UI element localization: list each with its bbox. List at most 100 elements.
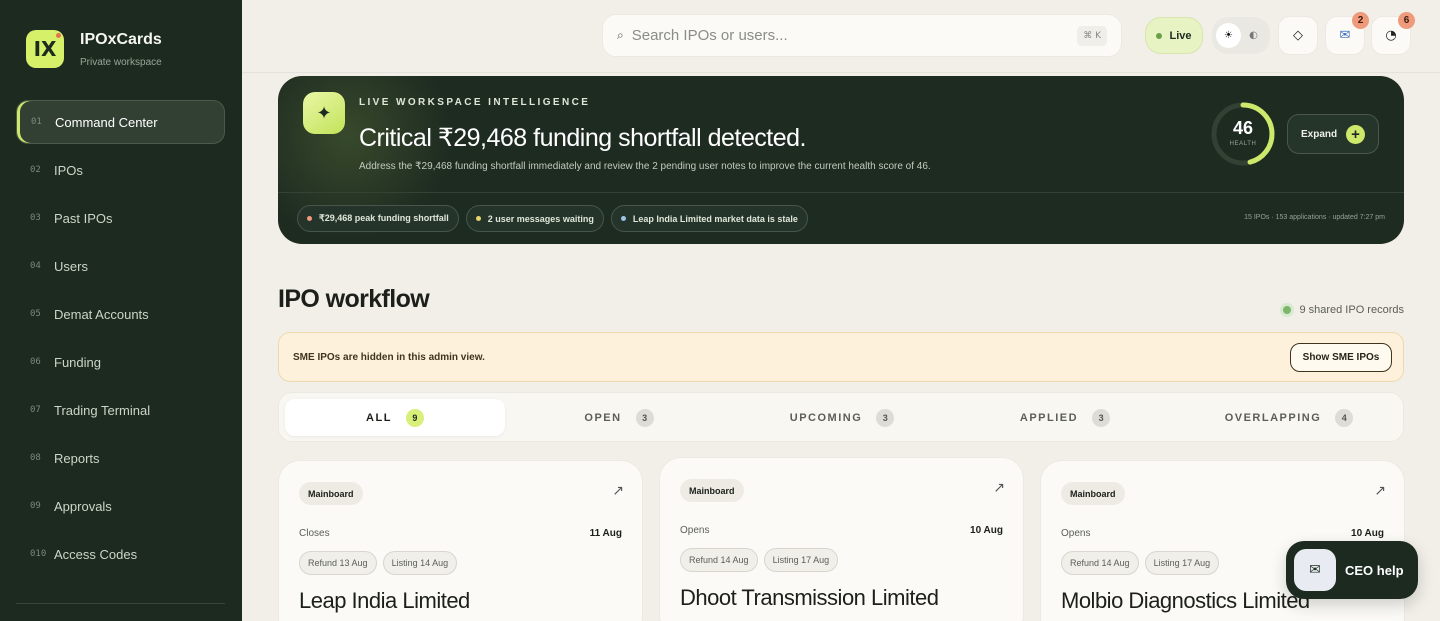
live-label: Live bbox=[1169, 29, 1192, 42]
nav-number: 09 bbox=[30, 501, 41, 511]
ipo-card[interactable]: Mainboard ↗ Closes 11 Aug Refund 13 Aug … bbox=[278, 460, 643, 621]
search-bar[interactable]: ⌕ ⌘ K bbox=[602, 14, 1122, 57]
search-shortcut-hint: ⌘ K bbox=[1077, 26, 1107, 46]
refund-pill: Refund 14 Aug bbox=[680, 548, 758, 572]
ipo-name: Dhoot Transmission Limited bbox=[680, 585, 939, 610]
sidebar-item-funding[interactable]: 06 Funding bbox=[16, 340, 225, 384]
date-value: 11 Aug bbox=[589, 528, 622, 539]
nav-number: 010 bbox=[30, 549, 47, 559]
ipo-card[interactable]: Mainboard ↗ Opens 10 Aug Refund 14 Aug L… bbox=[659, 457, 1024, 621]
tab-label: UPCOMING bbox=[789, 411, 863, 424]
timeline-pills: Refund 14 Aug Listing 17 Aug bbox=[680, 548, 844, 572]
live-dot-icon bbox=[1156, 32, 1163, 39]
activity-button[interactable]: ◔ 6 bbox=[1371, 12, 1415, 55]
nav-number: 01 bbox=[31, 117, 42, 127]
sidebar-item-past-ipos[interactable]: 03 Past IPOs bbox=[16, 196, 225, 240]
notifications-badge: 6 bbox=[1398, 12, 1415, 29]
date-label: Opens bbox=[1061, 528, 1091, 539]
tab-label: OPEN bbox=[584, 411, 622, 424]
date-label: Opens bbox=[680, 525, 710, 536]
diamond-button[interactable]: ◇ bbox=[1278, 16, 1318, 55]
nav-number: 07 bbox=[30, 405, 41, 415]
board-tag: Mainboard bbox=[1061, 482, 1125, 505]
date-value: 10 Aug bbox=[1351, 528, 1384, 539]
contrast-icon[interactable]: ◐ bbox=[1241, 23, 1266, 48]
expand-button[interactable]: Expand + bbox=[1287, 114, 1379, 154]
tab-label: OVERLAPPING bbox=[1224, 411, 1322, 424]
arrow-up-right-icon[interactable]: ↗ bbox=[612, 483, 624, 499]
sidebar-item-demat-accounts[interactable]: 05 Demat Accounts bbox=[16, 292, 225, 336]
nav-label: Funding bbox=[54, 354, 101, 370]
show-sme-ipos-button[interactable]: Show SME IPOs bbox=[1290, 343, 1392, 372]
sidebar-nav: 01 Command Center 02 IPOs 03 Past IPOs 04 Us… bbox=[16, 100, 225, 580]
nav-number: 02 bbox=[30, 165, 41, 175]
nav-label: Approvals bbox=[54, 498, 112, 514]
hero-kicker: LIVE WORKSPACE INTELLIGENCE bbox=[359, 97, 591, 108]
tab-count: 9 bbox=[405, 408, 424, 427]
tab-label: ALL bbox=[366, 411, 392, 424]
nav-number: 03 bbox=[30, 213, 41, 223]
arrow-up-right-icon[interactable]: ↗ bbox=[993, 480, 1005, 496]
shared-records-indicator: 9 shared IPO records bbox=[1283, 304, 1404, 316]
plus-icon: + bbox=[1346, 124, 1365, 144]
tab-open[interactable]: OPEN 3 bbox=[509, 399, 729, 436]
nav-label: Trading Terminal bbox=[54, 402, 151, 418]
chip-label: 2 user messages waiting bbox=[487, 213, 594, 224]
alert-chips: ₹29,468 peak funding shortfall 2 user me… bbox=[297, 205, 815, 232]
date-value: 10 Aug bbox=[970, 525, 1003, 536]
sparkle-icon: ✦ bbox=[303, 92, 345, 134]
board-tag: Mainboard bbox=[299, 482, 363, 505]
chip-label: Leap India Limited market data is stale bbox=[632, 213, 798, 224]
brand[interactable]: IX IPOxCards Private workspace bbox=[26, 30, 162, 68]
nav-number: 08 bbox=[30, 453, 41, 463]
messages-badge: 2 bbox=[1352, 12, 1369, 29]
sidebar-item-ipos[interactable]: 02 IPOs bbox=[16, 148, 225, 192]
hero-description: Address the ₹29,468 funding shortfall im… bbox=[359, 161, 931, 172]
tab-label: APPLIED bbox=[1019, 411, 1079, 424]
live-status-button[interactable]: Live bbox=[1145, 17, 1203, 54]
sidebar: IX IPOxCards Private workspace 01 Command… bbox=[0, 0, 242, 621]
hero-divider bbox=[278, 192, 1404, 193]
search-icon: ⌕ bbox=[617, 28, 624, 42]
theme-toggle[interactable]: ☀ ◐ bbox=[1212, 17, 1270, 54]
tab-all[interactable]: ALL 9 bbox=[285, 399, 505, 436]
brand-name: IPOxCards bbox=[80, 30, 162, 48]
nav-label: Access Codes bbox=[54, 546, 138, 562]
status-dot-icon bbox=[475, 216, 481, 221]
status-dot-icon bbox=[307, 216, 312, 221]
search-input[interactable] bbox=[631, 27, 1052, 44]
ipo-name: Leap India Limited bbox=[299, 588, 470, 613]
sun-icon[interactable]: ☀ bbox=[1216, 23, 1241, 48]
nav-label: Past IPOs bbox=[54, 210, 113, 226]
nav-number: 04 bbox=[30, 261, 41, 271]
alert-chip-messages[interactable]: 2 user messages waiting bbox=[465, 205, 604, 232]
health-score: 46 bbox=[1232, 118, 1254, 138]
tab-upcoming[interactable]: UPCOMING 3 bbox=[732, 399, 952, 436]
sidebar-item-reports[interactable]: 08 Reports bbox=[16, 436, 225, 480]
refund-pill: Refund 14 Aug bbox=[1061, 551, 1139, 575]
sidebar-item-trading-terminal[interactable]: 07 Trading Terminal bbox=[16, 388, 225, 432]
tab-applied[interactable]: APPLIED 3 bbox=[955, 399, 1175, 436]
sidebar-item-command-center[interactable]: 01 Command Center bbox=[16, 100, 225, 144]
tab-overlapping[interactable]: OVERLAPPING 4 bbox=[1179, 399, 1399, 436]
ceo-help-button[interactable]: ✉ CEO help bbox=[1286, 541, 1418, 599]
sidebar-item-users[interactable]: 04 Users bbox=[16, 244, 225, 288]
nav-number: 06 bbox=[30, 357, 41, 367]
alert-chip-funding[interactable]: ₹29,468 peak funding shortfall bbox=[297, 205, 459, 232]
arrow-up-right-icon[interactable]: ↗ bbox=[1374, 483, 1386, 499]
tab-count: 4 bbox=[1335, 408, 1354, 427]
nav-number: 05 bbox=[30, 309, 41, 319]
hero-meta: 15 IPOs · 153 applications · updated 7:2… bbox=[1244, 214, 1385, 221]
sidebar-item-access-codes[interactable]: 010 Access Codes bbox=[16, 532, 225, 576]
timeline-pills: Refund 13 Aug Listing 14 Aug bbox=[299, 551, 463, 575]
topbar-divider bbox=[242, 72, 1440, 73]
sidebar-item-approvals[interactable]: 09 Approvals bbox=[16, 484, 225, 528]
refund-pill: Refund 13 Aug bbox=[299, 551, 377, 575]
chip-label: ₹29,468 peak funding shortfall bbox=[319, 213, 449, 223]
alert-chip-stale-data[interactable]: Leap India Limited market data is stale bbox=[610, 205, 808, 232]
pie-chart-icon: ◔ bbox=[1385, 28, 1397, 43]
date-label: Closes bbox=[299, 528, 330, 539]
ceo-help-label: CEO help bbox=[1345, 562, 1404, 578]
messages-button[interactable]: ✉ 2 bbox=[1325, 12, 1369, 55]
section-title: IPO workflow bbox=[278, 285, 430, 313]
